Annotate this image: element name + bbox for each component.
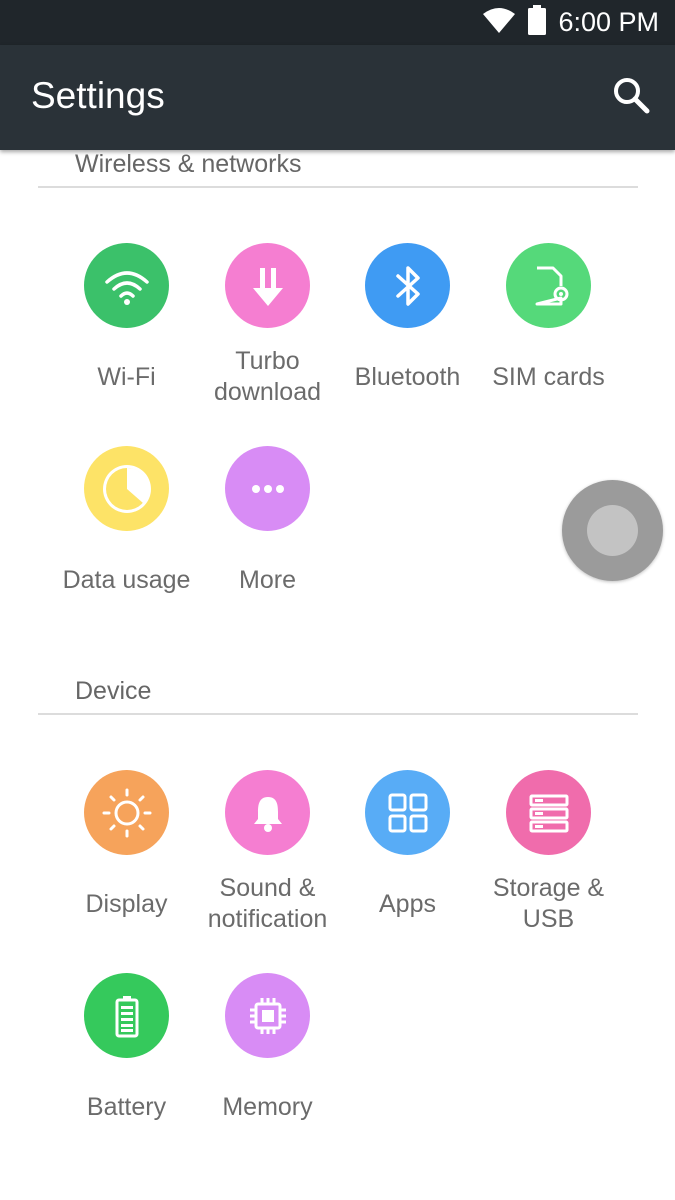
page-title: Settings bbox=[31, 75, 165, 116]
display-brightness-icon bbox=[84, 770, 169, 855]
settings-item-label: More bbox=[239, 565, 296, 594]
more-icon bbox=[225, 446, 310, 531]
battery-icon bbox=[528, 5, 547, 40]
settings-item-display[interactable]: Display bbox=[56, 770, 197, 970]
settings-item-more[interactable]: More bbox=[197, 446, 338, 646]
battery-icon bbox=[84, 973, 169, 1058]
bluetooth-icon bbox=[365, 243, 450, 328]
data-usage-icon bbox=[84, 446, 169, 531]
section-label: Wireless & networks bbox=[75, 150, 302, 178]
search-icon bbox=[614, 78, 650, 114]
status-time: 6:00 PM bbox=[558, 7, 659, 37]
settings-item-turbo-download[interactable]: Turbo download bbox=[197, 243, 338, 443]
settings-item-memory[interactable]: Memory bbox=[197, 973, 338, 1173]
settings-item-wifi[interactable]: Wi-Fi bbox=[56, 243, 197, 443]
storage-icon bbox=[506, 770, 591, 855]
settings-item-data-usage[interactable]: Data usage bbox=[56, 446, 197, 646]
section-label: Device bbox=[75, 677, 152, 705]
settings-item-apps[interactable]: Apps bbox=[337, 770, 478, 970]
settings-item-label: SIM cards bbox=[492, 362, 605, 391]
bell-icon bbox=[225, 770, 310, 855]
section-header-wireless: Wireless & networks bbox=[38, 150, 638, 188]
status-icons: 6:00 PM bbox=[482, 0, 659, 45]
sim-card-icon bbox=[506, 243, 591, 328]
status-bar: 6:00 PM bbox=[0, 0, 675, 45]
search-button[interactable] bbox=[611, 75, 653, 117]
apps-grid-icon bbox=[365, 770, 450, 855]
settings-item-battery[interactable]: Battery bbox=[56, 973, 197, 1173]
wifi-icon bbox=[84, 243, 169, 328]
wifi-icon bbox=[482, 6, 516, 39]
turbo-download-icon bbox=[225, 243, 310, 328]
settings-item-label: Memory bbox=[222, 1092, 313, 1121]
settings-item-storage-usb[interactable]: Storage & USB bbox=[478, 770, 619, 970]
assistive-touch-button[interactable] bbox=[562, 480, 663, 581]
settings-item-label: Storage & USB bbox=[492, 874, 605, 933]
assistive-touch-icon bbox=[587, 505, 638, 556]
settings-item-sim-cards[interactable]: SIM cards bbox=[478, 243, 619, 443]
section-header-device: Device bbox=[38, 677, 638, 715]
settings-item-bluetooth[interactable]: Bluetooth bbox=[337, 243, 478, 443]
memory-chip-icon bbox=[225, 973, 310, 1058]
settings-item-sound-notification[interactable]: Sound & notification bbox=[197, 770, 338, 970]
app-bar: Settings bbox=[0, 45, 675, 150]
